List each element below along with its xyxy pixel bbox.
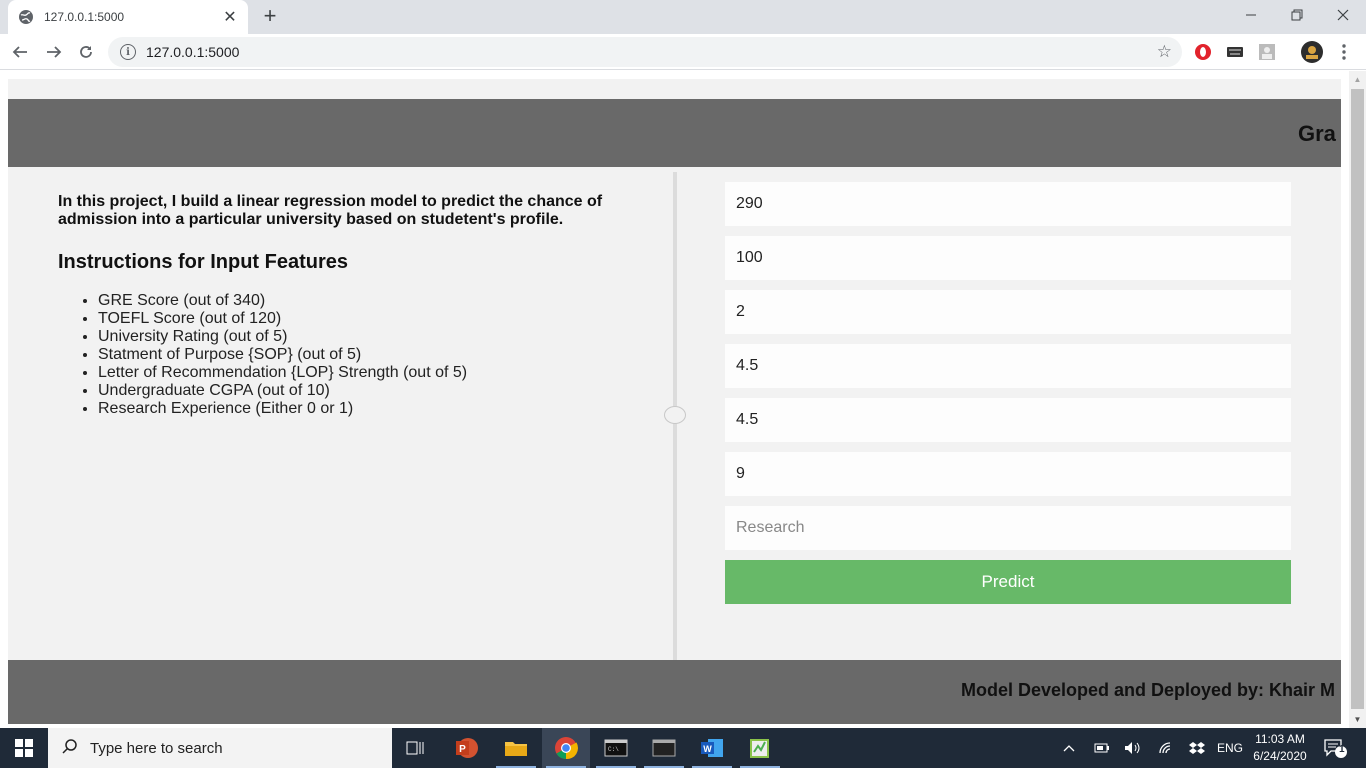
sop-input[interactable] (725, 344, 1291, 388)
address-url: 127.0.0.1:5000 (146, 44, 240, 60)
project-intro: In this project, I build a linear regres… (58, 193, 603, 228)
notepad-plus-icon[interactable] (736, 728, 784, 768)
bookmark-star-icon[interactable]: ☆ (1157, 42, 1172, 62)
terminal-icon[interactable]: C:\ (592, 728, 640, 768)
divider-handle[interactable] (664, 406, 686, 424)
scrollbar-thumb[interactable] (1351, 89, 1364, 709)
chrome-icon[interactable] (542, 728, 590, 768)
dropbox-icon[interactable] (1186, 728, 1208, 768)
console-window-icon[interactable] (640, 728, 688, 768)
volume-icon[interactable] (1122, 728, 1144, 768)
list-item: Letter of Recommendation {LOP} Strength … (98, 364, 618, 382)
minimize-icon[interactable] (1228, 0, 1274, 30)
back-icon[interactable] (8, 40, 32, 64)
taskbar-clock[interactable]: 11:03 AM 6/24/2020 (1246, 731, 1314, 765)
page-viewport: Gra In this project, I build a linear re… (0, 71, 1366, 728)
notifications-icon[interactable]: 1 (1320, 728, 1350, 768)
taskbar-search-box[interactable]: Type here to search (48, 728, 392, 768)
browser-tab-bar: 127.0.0.1:5000 ✕ + (0, 0, 1366, 34)
keyboard-extension-icon[interactable] (1225, 42, 1245, 62)
instructions-title: Instructions for Input Features (58, 251, 349, 273)
clock-time: 11:03 AM (1255, 732, 1305, 746)
lor-input[interactable] (725, 398, 1291, 442)
list-item: GRE Score (out of 340) (98, 292, 618, 310)
task-view-icon[interactable] (392, 728, 440, 768)
info-panel: In this project, I build a linear regres… (58, 193, 618, 418)
browser-tab[interactable]: 127.0.0.1:5000 ✕ (8, 0, 248, 34)
forward-icon[interactable] (42, 40, 66, 64)
svg-text:C:\: C:\ (608, 746, 619, 753)
notification-count: 1 (1339, 744, 1345, 755)
word-icon[interactable]: W (688, 728, 736, 768)
menu-kebab-icon[interactable] (1334, 42, 1354, 62)
page-footer: Model Developed and Deployed by: Khair M (8, 660, 1341, 724)
page-scrollbar[interactable]: ▲ ▼ (1349, 71, 1366, 728)
restore-icon[interactable] (1274, 0, 1320, 30)
battery-icon[interactable] (1092, 728, 1112, 768)
close-window-icon[interactable] (1320, 0, 1366, 30)
browser-toolbar: i 127.0.0.1:5000 ☆ (0, 34, 1366, 70)
feature-list: GRE Score (out of 340) TOEFL Score (out … (98, 292, 618, 418)
user-avatar[interactable] (1301, 41, 1323, 63)
list-item: Undergraduate CGPA (out of 10) (98, 382, 618, 400)
tab-close-icon[interactable]: ✕ (222, 9, 238, 26)
profile-extension-icon[interactable] (1257, 42, 1277, 62)
footer-credit: Model Developed and Deployed by: Khair M (961, 680, 1336, 700)
language-indicator[interactable]: ENG (1214, 728, 1246, 768)
prediction-form: Predict (725, 182, 1291, 604)
file-explorer-icon[interactable] (492, 728, 540, 768)
svg-text:W: W (703, 744, 712, 754)
university-rating-input[interactable] (725, 290, 1291, 334)
address-bar[interactable]: i 127.0.0.1:5000 ☆ (108, 37, 1182, 67)
chevron-up-icon[interactable] (1060, 728, 1078, 768)
powerpoint-icon[interactable]: P (442, 728, 490, 768)
new-tab-icon[interactable]: + (258, 3, 282, 28)
search-icon (62, 738, 78, 759)
page-title: Gra (1298, 121, 1336, 146)
reload-icon[interactable] (74, 40, 98, 64)
site-info-icon[interactable]: i (120, 44, 136, 60)
research-input[interactable] (725, 506, 1291, 550)
list-item: University Rating (out of 5) (98, 328, 618, 346)
cgpa-input[interactable] (725, 452, 1291, 496)
gre-score-input[interactable] (725, 182, 1291, 226)
scroll-up-icon[interactable]: ▲ (1349, 71, 1366, 88)
taskbar-search-placeholder: Type here to search (90, 739, 223, 757)
page-header: Gra (8, 99, 1341, 167)
clock-date: 6/24/2020 (1253, 749, 1307, 763)
tab-title: 127.0.0.1:5000 (44, 10, 125, 24)
windows-taskbar: Type here to search P C:\ W ENG 11:03 AM… (0, 728, 1366, 768)
toefl-score-input[interactable] (725, 236, 1291, 280)
list-item: Statment of Purpose {SOP} (out of 5) (98, 346, 618, 364)
list-item: TOEFL Score (out of 120) (98, 310, 618, 328)
page-container: Gra In this project, I build a linear re… (8, 79, 1341, 724)
windows-start-icon[interactable] (0, 728, 48, 768)
wifi-icon[interactable] (1156, 728, 1176, 768)
globe-icon (18, 9, 34, 25)
list-item: Research Experience (Either 0 or 1) (98, 400, 618, 418)
predict-button[interactable]: Predict (725, 560, 1291, 604)
svg-text:P: P (459, 744, 466, 755)
scroll-down-icon[interactable]: ▼ (1349, 711, 1366, 728)
opera-extension-icon[interactable] (1193, 42, 1213, 62)
